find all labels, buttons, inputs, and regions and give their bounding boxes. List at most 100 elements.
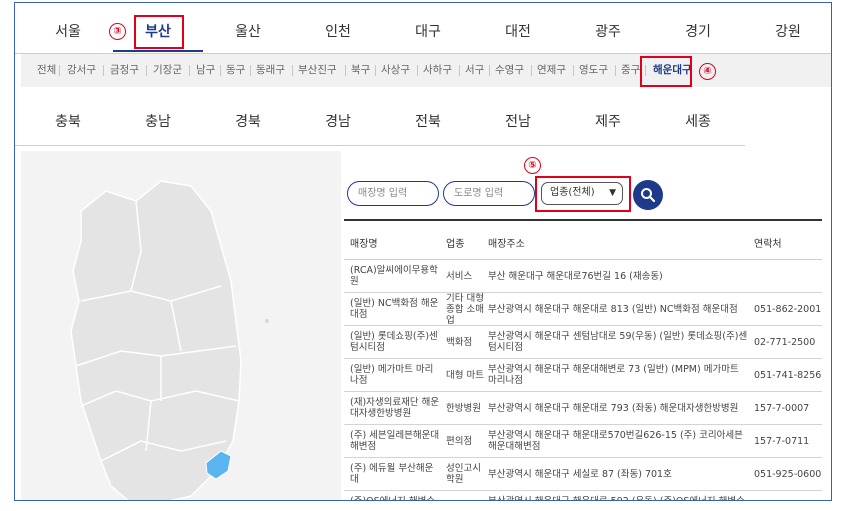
cell-category: 서비스	[446, 270, 473, 282]
category-select-value: 업종(전체)	[550, 187, 595, 198]
table-row[interactable]: (주) 에듀윌 부산해운대 성인고시학원 부산광역시 해운대구 세실로 87 (…	[344, 458, 822, 491]
district-item-haeundae[interactable]: 해운대구	[653, 54, 692, 87]
cell-address: 부산광역시 해운대구 센텀남대로 59(우동) (일반) 롯데쇼핑(주)센텀시티…	[488, 331, 748, 353]
store-table: 매장명 업종 매장주소 연락처 (RCA)알씨에이무용학원 서비스 부산 해운대…	[344, 219, 824, 500]
table-header: 매장명 업종 매장주소 연락처	[344, 219, 822, 260]
table-row[interactable]: (재)자생의료재단 해운대자생한방병원 한방병원 부산광역시 해운대구 해운대로…	[344, 392, 822, 425]
district-separator	[146, 65, 147, 76]
content-frame: 서울 부산 울산 인천 대구 대전 광주 경기 강원 ③ 전체 강서구 금정구 …	[14, 2, 832, 501]
island-dot	[265, 319, 269, 323]
tab-region-jeju[interactable]: 제주	[563, 103, 653, 141]
district-item-jung[interactable]: 중구	[621, 54, 640, 87]
region-tabs-row2: 충북 충남 경북 경남 전북 전남 제주 세종	[15, 103, 745, 146]
cell-category: 주유소	[446, 491, 486, 500]
cell-store-name: (주) 에듀윌 부산해운대	[350, 463, 434, 485]
district-separator	[531, 65, 532, 76]
road-name-search-input[interactable]	[443, 181, 535, 206]
cell-address: 부산광역시 해운대구 세실로 87 (좌동) 701호	[488, 468, 672, 480]
district-item-yeongdo[interactable]: 영도구	[579, 54, 608, 87]
tab-region-chungbuk[interactable]: 충북	[23, 103, 113, 141]
district-separator	[220, 65, 221, 76]
district-item-yeonje[interactable]: 연제구	[537, 54, 566, 87]
tab-region-gyeonggi[interactable]: 경기	[653, 13, 743, 51]
header-address: 매장주소	[488, 239, 525, 250]
category-select[interactable]: 업종(전체) ▼	[541, 182, 623, 205]
search-button[interactable]	[633, 180, 663, 210]
header-category: 업종	[446, 239, 465, 250]
cell-phone: 02-771-2500	[754, 336, 816, 348]
korea-map	[21, 151, 341, 500]
district-separator	[459, 65, 460, 76]
district-item-geumjeong[interactable]: 금정구	[110, 54, 139, 87]
cell-phone	[754, 260, 824, 292]
district-item-sasang[interactable]: 사상구	[381, 54, 410, 87]
district-item-busanjin[interactable]: 부산진구	[298, 54, 337, 87]
table-row[interactable]: (주) 세븐일레븐해운대해변점 편의점 부산광역시 해운대구 해운대로570번길…	[344, 425, 822, 458]
table-row[interactable]: (일반) NC백화점 해운대점 기타 대형 종합 소매업 부산광역시 해운대구 …	[344, 293, 822, 326]
district-item-gijang[interactable]: 기장군	[153, 54, 182, 87]
chevron-down-icon: ▼	[609, 188, 616, 198]
cell-phone: 051-925-0600	[754, 468, 822, 480]
cell-phone: 051-862-2001	[754, 303, 822, 315]
district-separator	[573, 65, 574, 76]
district-separator	[250, 65, 251, 76]
cell-address: 부산광역시 해운대구 해운대해변로 73 (일반) (MPM) 메가마트 마리나…	[488, 364, 739, 386]
tab-region-gyeongbuk[interactable]: 경북	[203, 103, 293, 141]
cell-category: 한방병원	[446, 402, 481, 414]
tab-region-daegu[interactable]: 대구	[383, 13, 473, 51]
cell-address: 부산광역시 해운대구 해운대로 793 (좌동) 해운대자생한방병원	[488, 402, 739, 414]
store-name-search-input[interactable]	[347, 181, 439, 206]
district-separator	[59, 65, 60, 76]
tab-region-jeonnam[interactable]: 전남	[473, 103, 563, 141]
district-item-buk[interactable]: 북구	[351, 54, 370, 87]
cell-category: 편의점	[446, 435, 473, 447]
district-item-seo[interactable]: 서구	[465, 54, 484, 87]
step-marker-5: ⑤	[524, 157, 541, 174]
district-item-suyeong[interactable]: 수영구	[495, 54, 524, 87]
district-item-dongnae[interactable]: 동래구	[256, 54, 285, 87]
district-separator	[189, 65, 190, 76]
cell-store-name: (주) 세븐일레븐해운대해변점	[350, 430, 440, 452]
district-separator	[489, 65, 490, 76]
district-item-gangseo[interactable]: 강서구	[67, 54, 96, 87]
table-row[interactable]: (주)OS에너지 해변수유 주유소 부산광역시 해운대구 해운대로 592 (우…	[344, 491, 824, 500]
district-separator	[345, 65, 346, 76]
tab-region-gwangju[interactable]: 광주	[563, 13, 653, 51]
cell-category: 성인고시학원	[446, 463, 481, 485]
search-icon	[641, 188, 656, 203]
tab-region-busan[interactable]: 부산	[113, 13, 203, 52]
cell-store-name: (일반) 롯데쇼핑(주)센텀시티점	[350, 331, 438, 353]
tab-region-jeonbuk[interactable]: 전북	[383, 103, 473, 141]
step-marker-3: ③	[109, 23, 126, 40]
cell-address: 부산광역시 해운대구 해운대로 813 (일반) NC백화점 해운대점	[488, 303, 738, 315]
tab-region-seoul[interactable]: 서울	[23, 13, 113, 51]
cell-phone: 157-7-0711	[754, 435, 810, 447]
district-item-dong[interactable]: 동구	[226, 54, 245, 87]
table-row[interactable]: (일반) 메가마트 마리나점 대형 마트 부산광역시 해운대구 해운대해변로 7…	[344, 359, 822, 392]
tab-region-sejong[interactable]: 세종	[653, 103, 743, 141]
tab-region-incheon[interactable]: 인천	[293, 13, 383, 51]
tab-region-gyeongnam[interactable]: 경남	[293, 103, 383, 141]
cell-category: 대형 마트	[446, 369, 484, 381]
tab-region-gangwon[interactable]: 강원	[743, 13, 831, 51]
district-item-nam[interactable]: 남구	[196, 54, 215, 87]
cell-store-name: (일반) NC백화점 해운대점	[350, 298, 439, 320]
korea-mainland-shape	[70, 180, 242, 500]
korea-map-svg	[70, 180, 269, 500]
cell-address: 부산광역시 해운대구 해운대로 592 (우동) (주)OS에너지 해변수유	[488, 491, 750, 500]
table-row[interactable]: (일반) 롯데쇼핑(주)센텀시티점 백화점 부산광역시 해운대구 센텀남대로 5…	[344, 326, 822, 359]
tab-region-ulsan[interactable]: 울산	[203, 13, 293, 51]
district-separator	[417, 65, 418, 76]
district-item-saha[interactable]: 사하구	[423, 54, 452, 87]
table-row[interactable]: (RCA)알씨에이무용학원 서비스 부산 해운대구 해운대로76번길 16 (재…	[344, 260, 822, 293]
tab-region-daejeon[interactable]: 대전	[473, 13, 563, 51]
cell-address: 부산광역시 해운대구 해운대로570번길626-15 (주) 코리아세븐해운대해…	[488, 430, 743, 452]
district-item-all[interactable]: 전체	[37, 54, 56, 87]
cell-category: 백화점	[446, 336, 473, 348]
cell-category: 기타 대형 종합 소매업	[446, 293, 484, 325]
tab-region-chungnam[interactable]: 충남	[113, 103, 203, 141]
cell-store-name: (재)자생의료재단 해운대자생한방병원	[350, 397, 440, 419]
cell-phone: 051-763-0633	[754, 491, 824, 500]
header-store-name: 매장명	[350, 239, 378, 250]
district-separator	[645, 65, 646, 76]
